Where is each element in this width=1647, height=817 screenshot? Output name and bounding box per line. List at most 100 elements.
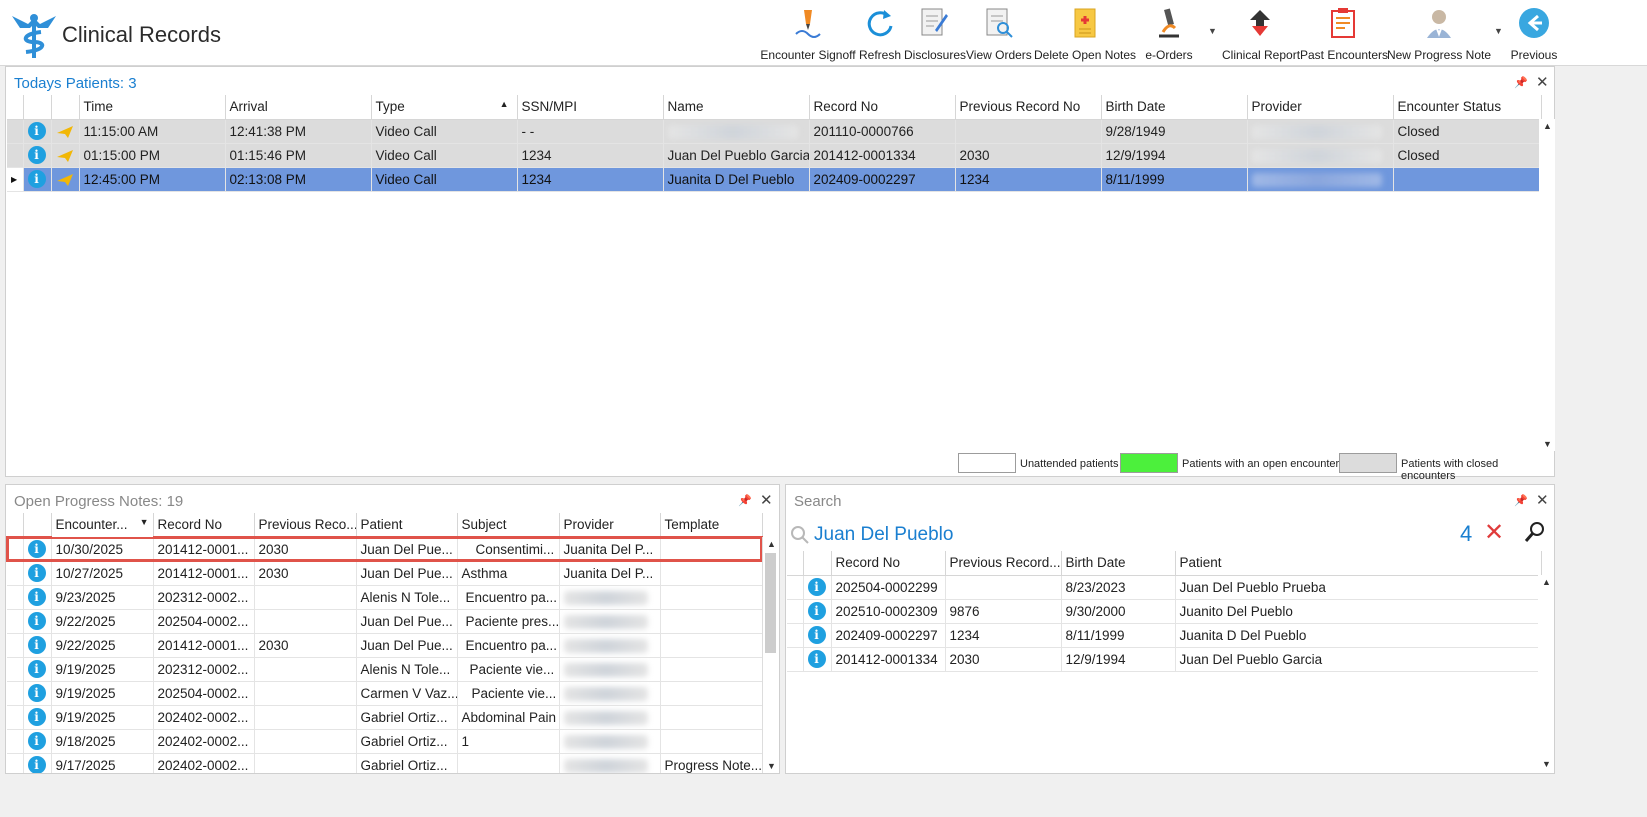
info-cell[interactable]: i — [803, 647, 832, 672]
scroll-down-icon[interactable]: ▼ — [1543, 439, 1552, 449]
info-icon[interactable]: i — [27, 612, 46, 630]
e-orders-button[interactable]: e-Orders — [1140, 6, 1198, 62]
info-cell[interactable]: i — [23, 729, 52, 754]
col-header-type[interactable]: Type ▲ — [371, 95, 518, 120]
table-row[interactable]: i 9/19/2025 202402-0002... Gabriel Ortiz… — [7, 705, 763, 730]
table-row[interactable]: i 202409-0002297 1234 8/11/1999 Juanita … — [787, 623, 1542, 648]
table-row[interactable]: i 10/27/2025 201412-0001... 2030 Juan De… — [7, 561, 763, 586]
table-row[interactable]: i 9/19/2025 202504-0002... Carmen V Vaz.… — [7, 681, 763, 706]
pin-icon[interactable]: 📌 — [738, 494, 752, 507]
info-cell[interactable]: i — [803, 599, 832, 624]
previous-button[interactable]: Previous — [1506, 6, 1562, 62]
table-row[interactable]: i 9/22/2025 202504-0002... Juan Del Pue.… — [7, 609, 763, 634]
table-row-highlighted[interactable]: i 10/30/2025 201412-0001... 2030 Juan De… — [6, 536, 763, 562]
pin-icon[interactable]: 📌 — [1514, 494, 1528, 507]
info-cell[interactable]: i — [23, 143, 52, 168]
search-query-text[interactable]: Juan Del Pueblo — [814, 524, 953, 546]
open-notes-scrollbar[interactable]: ▲ ▼ — [762, 537, 778, 773]
patients-scrollbar[interactable]: ▲ ▼ — [1539, 119, 1555, 451]
close-panel-icon[interactable]: ✕ — [1536, 491, 1549, 509]
info-cell[interactable]: i — [23, 609, 52, 634]
col-header-record-no[interactable]: Record No — [153, 513, 255, 538]
table-row[interactable]: i 202510-0002309 9876 9/30/2000 Juanito … — [787, 599, 1542, 624]
info-icon[interactable]: i — [27, 756, 46, 773]
info-icon[interactable]: i — [27, 660, 46, 678]
magnifier-icon[interactable] — [1524, 521, 1546, 543]
delete-open-notes-button[interactable]: Delete Open Notes — [1034, 6, 1136, 62]
refresh-button[interactable]: Refresh — [858, 6, 902, 62]
search-scrollbar[interactable]: ▲ ▼ — [1538, 575, 1554, 771]
col-header-name[interactable]: Name — [663, 95, 810, 120]
past-encounters-button[interactable]: Past Encounters — [1300, 6, 1388, 62]
info-icon[interactable]: i — [27, 684, 46, 702]
col-header-birth-date[interactable]: Birth Date — [1061, 551, 1176, 576]
info-icon[interactable]: i — [807, 626, 826, 644]
col-header-encounter-date[interactable]: Encounter... ▼ — [51, 513, 154, 538]
table-row[interactable]: i 201412-0001334 2030 12/9/1994 Juan Del… — [787, 647, 1542, 672]
col-header-previous-record[interactable]: Previous Reco... — [254, 513, 357, 538]
info-cell[interactable]: i — [23, 585, 52, 610]
info-icon[interactable]: i — [27, 540, 46, 558]
col-header-provider[interactable]: Provider — [559, 513, 661, 538]
col-header-encounter-status[interactable]: Encounter Status — [1393, 95, 1542, 120]
table-row-selected[interactable]: ▶ i 12:45:00 PM 02:13:08 PM Video Call 1… — [7, 167, 1542, 192]
info-cell[interactable]: i — [23, 119, 52, 144]
clear-search-icon[interactable]: ✕ — [1484, 518, 1504, 547]
table-row[interactable]: i 9/17/2025 202402-0002... Gabriel Ortiz… — [7, 753, 763, 773]
info-icon[interactable]: i — [807, 650, 826, 668]
info-cell[interactable]: i — [23, 681, 52, 706]
info-icon[interactable]: i — [27, 708, 46, 726]
col-header-birth-date[interactable]: Birth Date — [1101, 95, 1248, 120]
col-header-provider[interactable]: Provider — [1247, 95, 1394, 120]
table-row[interactable]: i 9/22/2025 201412-0001... 2030 Juan Del… — [7, 633, 763, 658]
col-header-arrival[interactable]: Arrival — [225, 95, 372, 120]
close-panel-icon[interactable]: ✕ — [1536, 73, 1549, 91]
table-row[interactable]: i 9/19/2025 202312-0002... Alenis N Tole… — [7, 657, 763, 682]
col-header-subject[interactable]: Subject — [457, 513, 560, 538]
info-icon[interactable]: i — [27, 588, 46, 606]
scroll-up-icon[interactable]: ▲ — [1542, 577, 1551, 587]
view-orders-button[interactable]: View Orders — [966, 6, 1032, 62]
encounter-signoff-button[interactable]: Encounter Signoff — [760, 6, 856, 62]
close-panel-icon[interactable]: ✕ — [760, 491, 773, 509]
info-icon[interactable]: i — [27, 146, 46, 164]
col-header-patient[interactable]: Patient — [356, 513, 458, 538]
col-header-record-no[interactable]: Record No — [809, 95, 956, 120]
info-icon[interactable]: i — [27, 564, 46, 582]
col-header-previous-record[interactable]: Previous Record... — [945, 551, 1062, 576]
info-cell[interactable]: i — [803, 623, 832, 648]
scroll-down-icon[interactable]: ▼ — [1542, 759, 1551, 769]
pin-icon[interactable]: 📌 — [1514, 76, 1528, 89]
new-progress-note-button[interactable]: New Progress Note — [1386, 6, 1492, 62]
scroll-up-icon[interactable]: ▲ — [767, 539, 776, 549]
col-header-time[interactable]: Time — [79, 95, 226, 120]
table-row[interactable]: i 9/18/2025 202402-0002... Gabriel Ortiz… — [7, 729, 763, 754]
scroll-down-icon[interactable]: ▼ — [767, 761, 776, 771]
table-row[interactable]: i 01:15:00 PM 01:15:46 PM Video Call 123… — [7, 143, 1542, 168]
info-cell[interactable]: i — [23, 561, 52, 586]
disclosures-button[interactable]: Disclosures — [904, 6, 966, 62]
info-icon[interactable]: i — [807, 578, 826, 596]
table-row[interactable]: i 11:15:00 AM 12:41:38 PM Video Call - -… — [7, 119, 1542, 144]
table-row[interactable]: i 9/23/2025 202312-0002... Alenis N Tole… — [7, 585, 763, 610]
col-header-ssn[interactable]: SSN/MPI — [517, 95, 664, 120]
col-header-template[interactable]: Template — [660, 513, 763, 538]
info-icon[interactable]: i — [27, 636, 46, 654]
table-row[interactable]: i 202504-0002299 8/23/2023 Juan Del Pueb… — [787, 575, 1542, 600]
new-progress-note-dropdown-icon[interactable]: ▼ — [1494, 26, 1503, 36]
col-header-patient[interactable]: Patient — [1175, 551, 1542, 576]
scrollbar-thumb[interactable] — [765, 553, 776, 653]
info-cell[interactable]: i — [23, 167, 52, 192]
col-header-previous-record-no[interactable]: Previous Record No — [955, 95, 1102, 120]
info-cell[interactable]: i — [23, 705, 52, 730]
clinical-report-button[interactable]: Clinical Report — [1222, 6, 1300, 62]
info-icon[interactable]: i — [807, 602, 826, 620]
info-icon[interactable]: i — [27, 170, 46, 188]
info-cell[interactable]: i — [23, 657, 52, 682]
search-input[interactable]: Juan Del Pueblo — [790, 523, 1480, 549]
info-cell[interactable]: i — [23, 753, 52, 773]
info-cell[interactable]: i — [23, 537, 52, 562]
scroll-up-icon[interactable]: ▲ — [1543, 121, 1552, 131]
e-orders-dropdown-icon[interactable]: ▼ — [1208, 26, 1217, 36]
info-icon[interactable]: i — [27, 732, 46, 750]
